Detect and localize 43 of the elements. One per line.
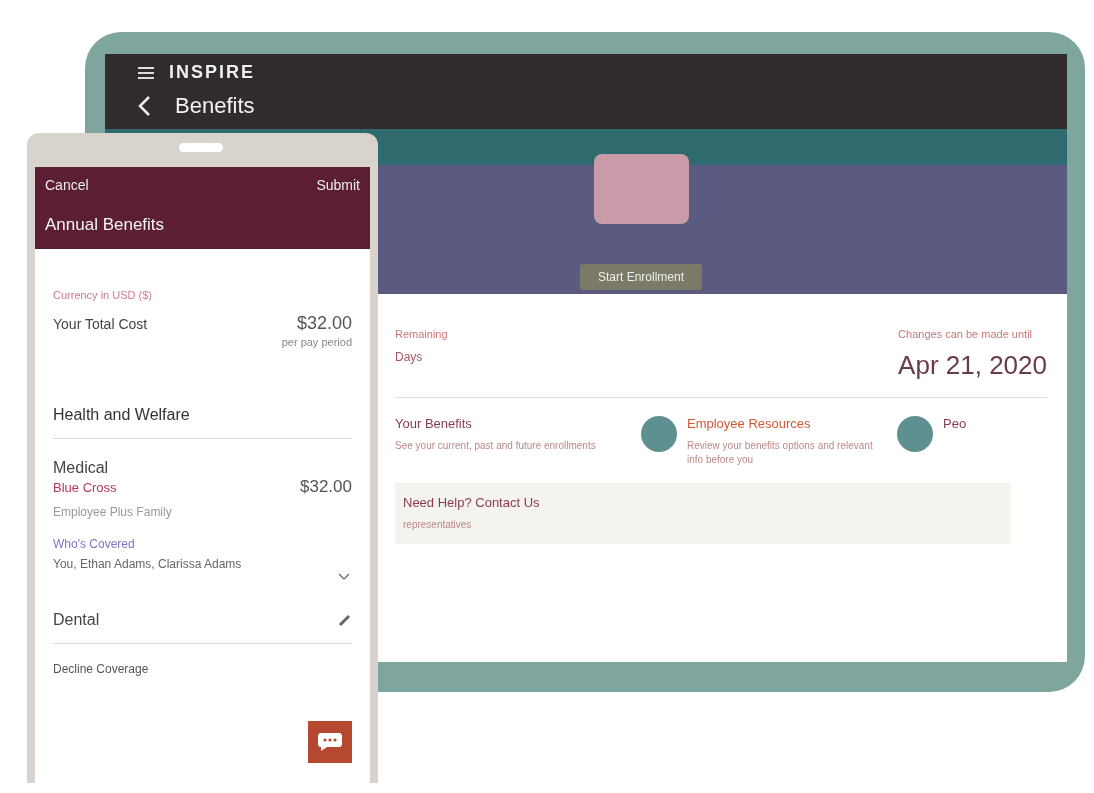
menu-icon[interactable] (137, 65, 155, 80)
plan-name: Medical (53, 459, 109, 477)
deadline-date: Apr 21, 2020 (898, 350, 1047, 381)
start-enrollment-button[interactable]: Start Enrollment (579, 264, 702, 290)
phone-title: Annual Benefits (45, 215, 166, 235)
deadline-label: Changes can be made until (898, 328, 1034, 340)
provider-name: Blue Cross (53, 479, 117, 495)
plan-option: Decline Coverage (53, 662, 352, 676)
plan-name: Dental (53, 611, 100, 629)
remaining-days: Days (395, 350, 448, 364)
help-text: representatives (403, 518, 473, 532)
section-title: Health and Welfare (53, 406, 352, 439)
chat-icon (317, 732, 343, 752)
chat-button[interactable] (308, 721, 352, 763)
currency-label: Currency in USD ($) (53, 289, 154, 301)
remaining-label: Remaining (395, 328, 448, 340)
covered-label: Who's Covered (53, 537, 136, 551)
plan-option: Employee Plus Family (53, 505, 352, 519)
card-text: Review your benefits options and relevant info before you (687, 439, 874, 467)
circle-icon (897, 416, 933, 452)
back-icon[interactable] (137, 95, 151, 117)
covered-people: You, Ethan Adams, Clarissa Adams (53, 557, 243, 571)
card-title: Employee Resources (687, 416, 812, 431)
card-text: See your current, past and future enrollments (395, 439, 596, 453)
cancel-button[interactable]: Cancel (45, 177, 89, 193)
help-title: Need Help? Contact Us (403, 495, 541, 510)
plan-amount: $32.00 (300, 477, 352, 497)
chevron-icon[interactable] (338, 573, 350, 581)
page-title: Benefits (175, 93, 255, 119)
card-title: Peo (943, 416, 967, 431)
card-title: Your Benefits (395, 416, 473, 431)
circle-icon (641, 416, 677, 452)
info-card[interactable]: Your Benefits See your current, past and future enrollments (395, 416, 625, 467)
total-cost-amount: $32.00 (296, 313, 352, 334)
pay-period-label: per pay period (281, 336, 352, 348)
brand-logo: INSPIRE (169, 62, 256, 83)
help-card[interactable]: Need Help? Contact Us representatives (395, 483, 1011, 544)
submit-button[interactable]: Submit (316, 177, 360, 193)
total-cost-label: Your Total Cost (53, 316, 148, 332)
pencil-icon[interactable] (338, 613, 352, 627)
speaker-slot (179, 143, 223, 152)
info-card[interactable]: Peo (897, 416, 1067, 467)
info-card[interactable]: Employee Resources Review your benefits options and relevant info before you (641, 416, 881, 467)
